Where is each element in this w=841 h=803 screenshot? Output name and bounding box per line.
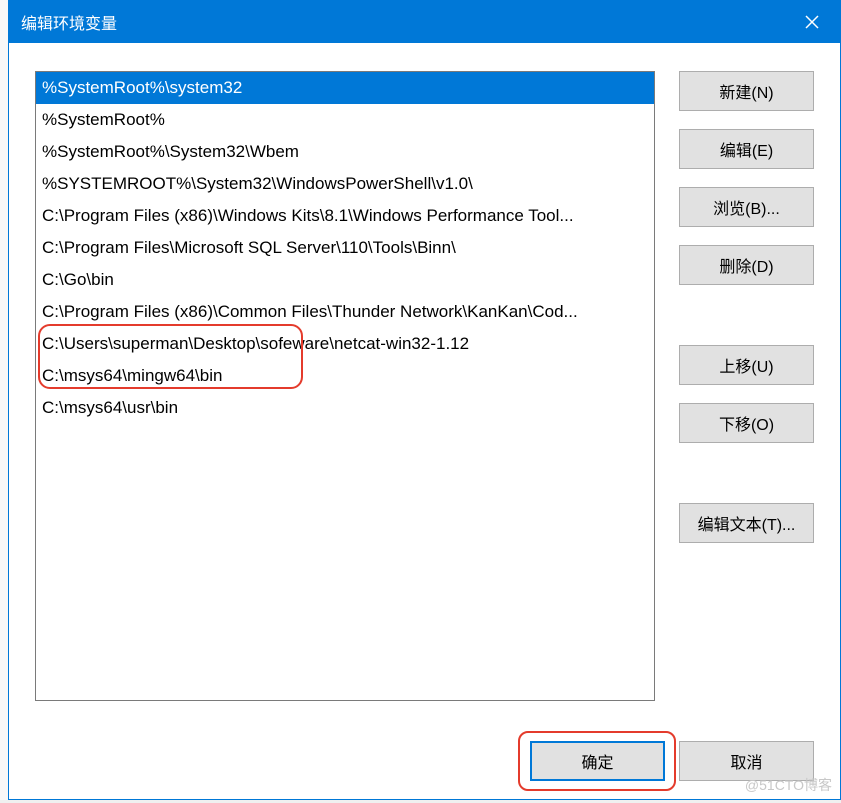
move-down-button[interactable]: 下移(O) xyxy=(679,403,814,443)
list-item[interactable]: %SystemRoot% xyxy=(36,104,654,136)
list-item[interactable]: C:\Program Files (x86)\Windows Kits\8.1\… xyxy=(36,200,654,232)
list-item[interactable]: %SystemRoot%\System32\Wbem xyxy=(36,136,654,168)
dialog-content: %SystemRoot%\system32%SystemRoot%%System… xyxy=(9,43,840,799)
browse-button[interactable]: 浏览(B)... xyxy=(679,187,814,227)
cancel-button[interactable]: 取消 xyxy=(679,741,814,781)
path-listbox[interactable]: %SystemRoot%\system32%SystemRoot%%System… xyxy=(35,71,655,701)
new-button[interactable]: 新建(N) xyxy=(679,71,814,111)
edit-text-button[interactable]: 编辑文本(T)... xyxy=(679,503,814,543)
list-item[interactable]: C:\Program Files (x86)\Common Files\Thun… xyxy=(36,296,654,328)
list-item[interactable]: %SYSTEMROOT%\System32\WindowsPowerShell\… xyxy=(36,168,654,200)
titlebar: 编辑环境变量 xyxy=(9,1,840,43)
list-item[interactable]: C:\Program Files\Microsoft SQL Server\11… xyxy=(36,232,654,264)
list-item[interactable]: C:\msys64\mingw64\bin xyxy=(36,360,654,392)
close-button[interactable] xyxy=(784,1,840,43)
list-item[interactable]: C:\Go\bin xyxy=(36,264,654,296)
ok-button[interactable]: 确定 xyxy=(530,741,665,781)
edit-environment-variable-dialog: 编辑环境变量 %SystemRoot%\system32%SystemRoot%… xyxy=(8,0,841,800)
background-fragments xyxy=(0,0,8,800)
move-up-button[interactable]: 上移(U) xyxy=(679,345,814,385)
edit-button[interactable]: 编辑(E) xyxy=(679,129,814,169)
delete-button[interactable]: 删除(D) xyxy=(679,245,814,285)
close-icon xyxy=(805,15,819,29)
side-button-panel: 新建(N) 编辑(E) 浏览(B)... 删除(D) 上移(U) 下移(O) 编… xyxy=(679,71,814,701)
main-row: %SystemRoot%\system32%SystemRoot%%System… xyxy=(35,71,814,701)
list-item[interactable]: C:\msys64\usr\bin xyxy=(36,392,654,424)
dialog-title: 编辑环境变量 xyxy=(21,10,784,34)
list-item[interactable]: C:\Users\superman\Desktop\sofeware\netca… xyxy=(36,328,654,360)
list-item[interactable]: %SystemRoot%\system32 xyxy=(36,72,654,104)
dialog-footer: 确定 取消 xyxy=(35,725,814,781)
